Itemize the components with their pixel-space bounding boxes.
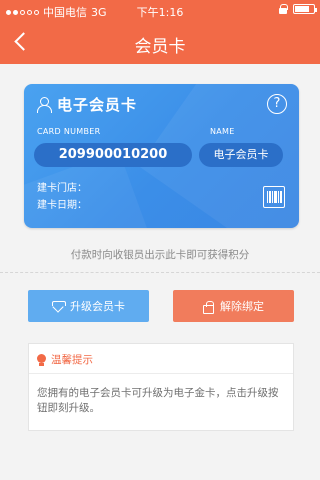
tips-body: 您拥有的电子会员卡可升级为电子金卡，点击升级按钮即刻升级。 xyxy=(37,387,279,414)
status-right xyxy=(279,4,317,14)
tips-panel: 温馨提示 您拥有的电子会员卡可升级为电子金卡，点击升级按钮即刻升级。 xyxy=(28,343,294,431)
upgrade-card-button[interactable]: 升级会员卡 xyxy=(28,290,149,322)
unbind-button[interactable]: 解除绑定 xyxy=(173,290,294,322)
diamond-icon xyxy=(52,301,66,311)
usage-hint: 付款时向收银员出示此卡即可获得积分 xyxy=(70,249,250,261)
page-title: 会员卡 xyxy=(134,37,186,57)
unbind-button-label: 解除绑定 xyxy=(220,300,264,313)
barcode-icon[interactable] xyxy=(263,186,285,208)
orientation-lock-icon xyxy=(279,4,288,14)
date-label: 建卡日期： xyxy=(37,200,87,211)
help-icon[interactable]: ? xyxy=(267,94,287,114)
tips-title: 温馨提示 xyxy=(51,354,93,366)
card-title: 电子会员卡 xyxy=(57,96,138,114)
status-bar: 中国电信 3G 下午1:16 xyxy=(0,0,320,20)
upgrade-button-label: 升级会员卡 xyxy=(70,300,125,313)
card-number-label: CARD NUMBER xyxy=(37,127,101,136)
name-label: NAME xyxy=(210,127,235,136)
card-number-value: 209900010200 xyxy=(34,143,192,167)
dashed-divider xyxy=(0,272,320,273)
battery-icon xyxy=(293,4,317,14)
unlock-icon xyxy=(203,300,214,314)
clock: 下午1:16 xyxy=(136,6,184,19)
card-header: 电子会员卡 xyxy=(37,94,137,115)
tips-header: 温馨提示 xyxy=(37,352,93,367)
tips-divider xyxy=(29,373,293,374)
lightbulb-icon xyxy=(37,353,46,366)
user-icon xyxy=(37,97,52,113)
nav-bar: 会员卡 xyxy=(0,20,320,64)
store-label: 建卡门店： xyxy=(37,183,87,194)
name-value: 电子会员卡 xyxy=(199,143,283,167)
membership-card: 电子会员卡 ? CARD NUMBER NAME 209900010200 电子… xyxy=(24,84,299,228)
